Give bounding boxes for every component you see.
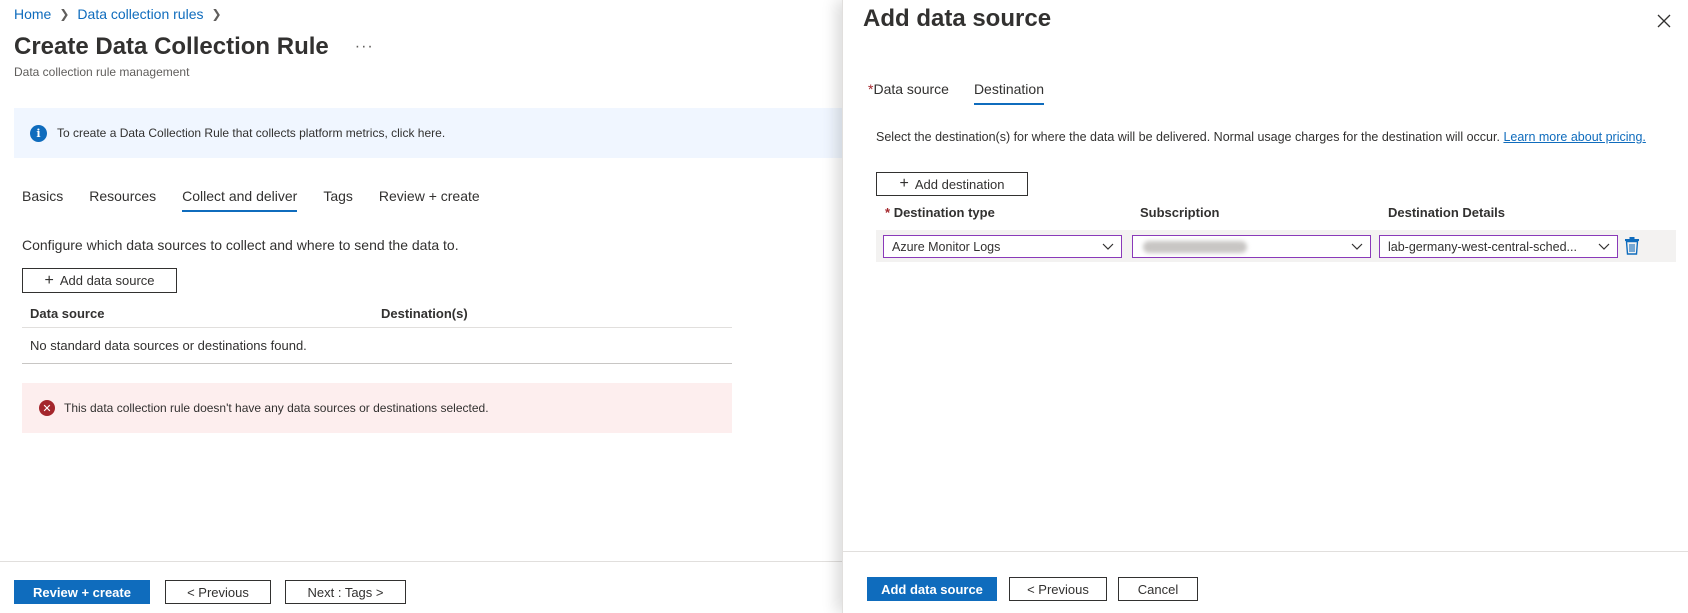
next-tags-button[interactable]: Next : Tags >	[285, 580, 406, 604]
chevron-down-icon	[1598, 243, 1610, 250]
title-row: Create Data Collection Rule ···	[14, 33, 374, 61]
tab-data-source-label: Data source	[873, 81, 949, 97]
destination-details-value: lab-germany-west-central-sched...	[1388, 239, 1577, 254]
destination-type-value: Azure Monitor Logs	[892, 239, 1001, 254]
review-create-button[interactable]: Review + create	[14, 580, 150, 604]
column-header-destination-details: Destination Details	[1388, 205, 1506, 220]
table-empty-row: No standard data sources or destinations…	[22, 328, 732, 364]
collect-description: Configure which data sources to collect …	[22, 237, 459, 253]
destination-description: Select the destination(s) for where the …	[876, 129, 1666, 146]
page-title: Create Data Collection Rule	[14, 33, 329, 60]
column-header-subscription: Subscription	[1140, 205, 1220, 220]
info-message-text: To create a Data Collection Rule that co…	[57, 126, 446, 140]
destination-details-dropdown[interactable]: lab-germany-west-central-sched...	[1379, 235, 1618, 258]
subscription-redacted-value	[1143, 240, 1247, 253]
required-marker: *	[885, 205, 891, 220]
wizard-tabs: Basics Resources Collect and deliver Tag…	[22, 188, 506, 212]
chevron-down-icon	[1102, 243, 1114, 250]
blade-footer: Review + create < Previous Next : Tags >	[0, 561, 842, 613]
panel-previous-button[interactable]: < Previous	[1009, 577, 1107, 601]
subscription-dropdown[interactable]	[1132, 235, 1371, 258]
empty-message: No standard data sources or destinations…	[30, 338, 307, 353]
breadcrumb-chevron-icon: ❯	[59, 7, 70, 21]
column-header-destinations: Destination(s)	[381, 306, 468, 321]
add-destination-button[interactable]: + Add destination	[876, 172, 1028, 196]
info-message-bar[interactable]: i To create a Data Collection Rule that …	[14, 108, 842, 158]
tab-basics[interactable]: Basics	[22, 188, 63, 212]
tab-review-create[interactable]: Review + create	[379, 188, 480, 212]
destination-description-text: Select the destination(s) for where the …	[876, 130, 1500, 144]
column-label-destination-type: Destination type	[893, 205, 995, 220]
add-data-source-panel: Add data source *Data source Destination…	[842, 0, 1688, 613]
data-source-table: Data source Destination(s) No standard d…	[22, 300, 732, 364]
more-options-icon[interactable]: ···	[355, 38, 374, 56]
delete-icon[interactable]	[1624, 237, 1640, 255]
tab-data-source[interactable]: *Data source	[868, 81, 949, 105]
destination-row: Azure Monitor Logs lab-germany-west-cent…	[876, 230, 1676, 262]
error-icon: ✕	[39, 400, 55, 416]
breadcrumb-home-link[interactable]: Home	[14, 6, 51, 22]
panel-footer: Add data source < Previous Cancel	[843, 551, 1688, 613]
column-header-destination-type: * Destination type	[885, 205, 1140, 220]
page-subtitle: Data collection rule management	[14, 65, 190, 79]
add-destination-label: Add destination	[914, 176, 1005, 192]
table-header: Data source Destination(s)	[22, 300, 732, 328]
error-message-bar: ✕ This data collection rule doesn't have…	[22, 383, 732, 433]
plus-icon: +	[44, 271, 54, 289]
previous-button[interactable]: < Previous	[165, 580, 271, 604]
error-message-text: This data collection rule doesn't have a…	[64, 401, 489, 415]
breadcrumb: Home ❯ Data collection rules ❯	[14, 6, 230, 22]
close-icon[interactable]	[1653, 10, 1675, 32]
add-data-source-button[interactable]: + Add data source	[22, 268, 177, 293]
chevron-down-icon	[1351, 243, 1363, 250]
column-header-data-source: Data source	[30, 306, 105, 321]
destination-table-header: * Destination type Subscription Destinat…	[885, 205, 1685, 220]
tab-collect-and-deliver[interactable]: Collect and deliver	[182, 188, 298, 212]
breadcrumb-chevron-icon: ❯	[211, 7, 222, 21]
tab-resources[interactable]: Resources	[89, 188, 156, 212]
add-data-source-label: Add data source	[59, 273, 155, 288]
cancel-button[interactable]: Cancel	[1118, 577, 1198, 601]
destination-type-dropdown[interactable]: Azure Monitor Logs	[883, 235, 1122, 258]
create-dcr-blade: Home ❯ Data collection rules ❯ Create Da…	[0, 0, 842, 613]
plus-icon: +	[899, 175, 909, 192]
learn-more-pricing-link[interactable]: Learn more about pricing.	[1503, 130, 1645, 144]
tab-destination[interactable]: Destination	[973, 81, 1044, 105]
panel-tabs: *Data source Destination	[868, 81, 1070, 105]
panel-title: Add data source	[863, 5, 1052, 32]
tab-tags[interactable]: Tags	[323, 188, 353, 212]
breadcrumb-rules-link[interactable]: Data collection rules	[77, 6, 203, 22]
add-data-source-submit-button[interactable]: Add data source	[867, 577, 997, 601]
info-icon: i	[30, 124, 47, 142]
